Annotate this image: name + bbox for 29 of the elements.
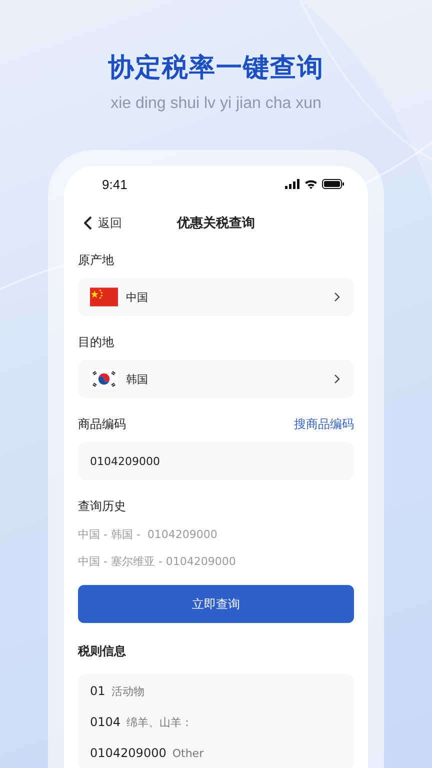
query-button[interactable]: 立即查询	[78, 585, 354, 623]
tariff-description: 绵羊、山羊：	[126, 715, 193, 730]
chevron-icon	[334, 292, 340, 302]
tariff-code: 0104	[90, 715, 121, 729]
field-label: 原产地	[78, 252, 115, 269]
chevron-icon	[334, 374, 340, 384]
status-time: 9:41	[102, 176, 128, 192]
tariff-code: 01	[90, 684, 106, 698]
wifi-icon	[304, 179, 318, 189]
flag-icon	[90, 287, 118, 307]
section-label: 查询历史	[78, 498, 127, 515]
page-title: 优惠关税查询	[177, 216, 255, 231]
tariff-code: 0104209000	[90, 746, 166, 760]
search-code-link[interactable]: 搜商品编码	[294, 416, 354, 433]
field-label: 目的地	[78, 334, 115, 351]
flag-icon	[90, 369, 118, 389]
code-input-field[interactable]: 0104209000	[78, 442, 354, 480]
tariff-description: 活动物	[111, 684, 144, 699]
section-label: 税则信息	[78, 643, 127, 660]
back-icon	[84, 216, 92, 230]
signal-icon	[285, 179, 300, 189]
battery-icon	[322, 179, 344, 189]
promo-title: 协定税率一键查询	[108, 52, 324, 85]
tariff-description: Other	[172, 747, 204, 760]
promo-subtitle: xie ding shui lv yi jian cha xun	[110, 95, 322, 113]
country-selector[interactable]: 韩国	[78, 360, 354, 398]
back-button[interactable]: 返回	[78, 214, 122, 232]
field-label: 商品编码	[78, 416, 126, 433]
country-selector[interactable]: 中国	[78, 278, 354, 316]
